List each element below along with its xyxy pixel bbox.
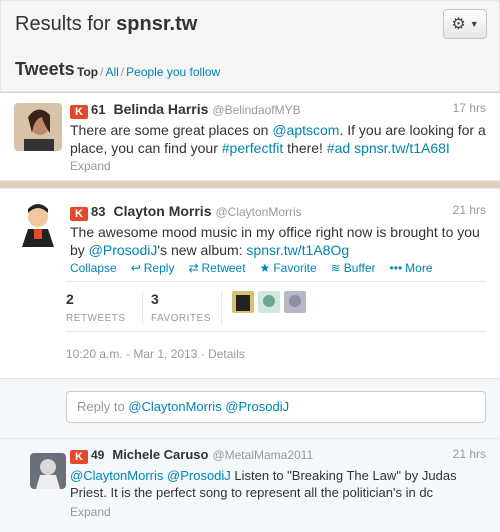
author-name[interactable]: Clayton Morris <box>113 203 211 219</box>
klout-score: 49 <box>91 448 105 462</box>
tweet-time[interactable]: 17 hrs <box>453 101 486 115</box>
favorites-count: 3 <box>151 291 159 307</box>
favoriter-avatars <box>232 291 306 313</box>
avatar[interactable] <box>284 291 306 313</box>
details-link[interactable]: Details <box>208 347 245 361</box>
divider <box>66 281 486 282</box>
tweet-time[interactable]: 21 hrs <box>453 203 486 217</box>
tweet-text: The awesome mood music in my office righ… <box>70 224 480 258</box>
tweet-item[interactable]: K 61 Belinda Harris @BelindaofMYB 17 hrs Th… <box>0 93 500 181</box>
filter-top[interactable]: Top <box>77 65 98 79</box>
retweet-button[interactable]: ⇄ Retweet <box>188 261 245 275</box>
gear-icon: ⚙ <box>451 16 466 33</box>
more-button[interactable]: ••• More <box>390 261 433 275</box>
tweet-item[interactable]: K 49 Michele Caruso @MetalMama2011 21 hrs @… <box>0 438 500 532</box>
search-query: spnsr.tw <box>116 13 198 35</box>
star-icon: ★ <box>259 261 271 275</box>
tweet-text: There are some great places on @aptscom.… <box>70 122 486 156</box>
hashtag-link[interactable]: #perfectfit <box>222 140 283 156</box>
results-prefix: Results for <box>15 13 117 35</box>
mention-link[interactable]: @ProsodiJ <box>89 242 158 258</box>
author-handle[interactable]: @ClaytonMorris <box>215 205 301 219</box>
tweet-stats: 2 RETWEETS 3 FAVORITES <box>66 291 306 325</box>
klout-score: 61 <box>91 102 106 117</box>
tweet-time[interactable]: 21 hrs <box>453 447 486 461</box>
mention-link[interactable]: @ProsodiJ <box>167 468 231 483</box>
klout-badge: K <box>70 450 88 464</box>
avatar[interactable] <box>30 453 66 489</box>
url-link[interactable]: spnsr.tw/t1A68I <box>354 140 450 156</box>
page-title: Results for spnsr.tw <box>15 13 197 36</box>
reply-input[interactable]: Reply to @ClaytonMorris @ProsodiJ <box>66 391 486 423</box>
search-header: Results for spnsr.tw ⚙ ▼ Tweets Top / All / P… <box>0 0 500 92</box>
avatar[interactable] <box>232 291 254 313</box>
settings-button[interactable]: ⚙ ▼ <box>443 9 487 39</box>
reply-button[interactable]: ↩ Reply <box>131 261 175 275</box>
retweet-icon: ⇄ <box>188 261 199 275</box>
avatar[interactable] <box>258 291 280 313</box>
retweets-stat[interactable]: 2 RETWEETS <box>66 291 142 324</box>
author-handle[interactable]: @BelindaofMYB <box>212 103 300 117</box>
more-dots-icon: ••• <box>389 261 403 275</box>
expand-link[interactable]: Expand <box>70 159 111 173</box>
buffer-button[interactable]: ≋ Buffer <box>331 261 376 275</box>
tweet-text: @ClaytonMorris @ProsodiJ Listen to "Brea… <box>70 468 457 500</box>
klout-score: 83 <box>91 204 106 219</box>
buffer-icon: ≋ <box>330 261 341 275</box>
retweets-count: 2 <box>66 291 74 307</box>
author-handle[interactable]: @MetalMama2011 <box>212 448 313 462</box>
reply-area: Reply to @ClaytonMorris @ProsodiJ <box>0 378 500 438</box>
klout-badge: K <box>70 105 88 119</box>
favorite-button[interactable]: ★ Favorite <box>260 261 317 275</box>
expand-link[interactable]: Expand <box>70 505 111 519</box>
author-name[interactable]: Belinda Harris <box>113 101 208 117</box>
mention-link[interactable]: @ClaytonMorris <box>70 468 163 483</box>
collapse-link[interactable]: Collapse <box>70 261 117 275</box>
avatar[interactable] <box>14 103 62 151</box>
klout-badge: K <box>70 207 88 221</box>
retweets-label: RETWEETS <box>66 313 126 324</box>
url-link[interactable]: spnsr.tw/t1A8Og <box>246 242 349 258</box>
reply-icon: ↩ <box>130 261 141 275</box>
chevron-down-icon: ▼ <box>469 19 479 29</box>
filter-all[interactable]: All <box>105 65 118 79</box>
hashtag-link[interactable]: #ad <box>327 140 350 156</box>
avatar[interactable] <box>14 199 62 247</box>
author-name[interactable]: Michele Caruso <box>112 447 208 462</box>
tweet-filters: Top / All / People you follow <box>77 65 221 79</box>
divider <box>66 331 486 332</box>
tweet-actions: Collapse ↩ Reply ⇄ Retweet ★ Favorite ≋ Buff… <box>70 261 433 275</box>
favorites-label: FAVORITES <box>151 313 211 324</box>
filter-people-you-follow[interactable]: People you follow <box>126 65 220 79</box>
tweets-heading: Tweets <box>15 59 75 79</box>
tweet-timestamp: 10:20 a.m. - Mar 1, 2013 · Details <box>66 347 245 361</box>
mention-link[interactable]: @aptscom <box>272 122 339 138</box>
favorites-stat[interactable]: 3 FAVORITES <box>151 291 221 324</box>
